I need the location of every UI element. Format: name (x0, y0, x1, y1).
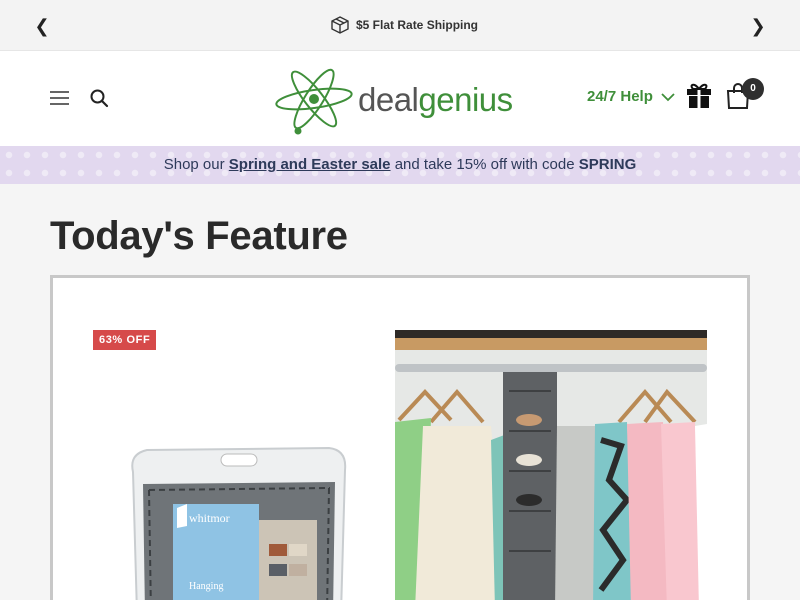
product-brand: whitmor (189, 511, 230, 525)
promo-banner: Shop our Spring and Easter sale and take… (0, 146, 800, 184)
chevron-down-icon (661, 92, 675, 101)
promo-prefix: Shop our (163, 156, 225, 173)
atom-logo-icon (275, 68, 353, 135)
page-title: Today's Feature (50, 214, 348, 258)
announcement-text: $5 Flat Rate Shipping (356, 18, 479, 32)
site-header: dealgenius 24/7 Help 0 (0, 51, 800, 146)
help-dropdown[interactable]: 24/7 Help (587, 88, 675, 105)
help-label: 24/7 Help (587, 88, 653, 105)
hamburger-icon[interactable] (50, 91, 69, 105)
feature-card[interactable]: 63% OFF whitmor Hanging (50, 275, 750, 600)
product-text: Hanging (189, 581, 223, 592)
search-icon[interactable] (89, 88, 109, 108)
discount-badge: 63% OFF (93, 330, 157, 350)
chevron-right-icon[interactable]: ❯ (748, 14, 768, 38)
promo-middle: and take 15% off with code (394, 156, 575, 173)
logo-wordmark: dealgenius (358, 80, 513, 118)
gift-icon[interactable] (686, 81, 712, 109)
site-logo[interactable]: dealgenius (274, 63, 530, 135)
chevron-left-icon[interactable]: ❮ (32, 14, 52, 38)
product-package-image[interactable]: whitmor Hanging (129, 444, 349, 600)
promo-code: SPRING (578, 156, 637, 173)
cart-count-badge: 0 (742, 78, 764, 100)
closet-organizer-image[interactable] (395, 330, 707, 600)
announcement-bar: ❮ $5 Flat Rate Shipping ❯ (0, 0, 800, 51)
box-icon (331, 16, 349, 34)
announcement-message: $5 Flat Rate Shipping (330, 15, 478, 35)
promo-sale-link[interactable]: Spring and Easter sale (229, 156, 391, 173)
